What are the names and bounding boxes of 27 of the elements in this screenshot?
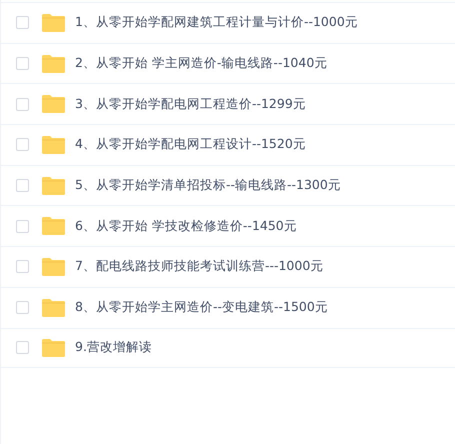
- folder-name[interactable]: 8、从零开始学主网造价--变电建筑--1500元: [75, 299, 328, 316]
- folder-icon: [42, 14, 65, 32]
- folder-icon: [42, 136, 65, 154]
- folder-name[interactable]: 6、从零开始 学技改检修造价--1450元: [75, 218, 297, 235]
- folder-name[interactable]: 3、从零开始学配电网工程造价--1299元: [75, 96, 306, 113]
- folder-icon: [42, 338, 65, 357]
- folder-icon: [42, 217, 65, 236]
- folder-icon: [42, 298, 65, 317]
- checkbox[interactable]: [16, 98, 29, 111]
- checkbox[interactable]: [16, 16, 29, 30]
- checkbox[interactable]: [16, 57, 29, 70]
- folder-name[interactable]: 2、从零开始 学主网造价-输电线路--1040元: [75, 55, 328, 72]
- folder-name[interactable]: 9.营改增解读: [75, 339, 152, 356]
- folder-icon: [42, 176, 65, 195]
- folder-icon: [42, 95, 65, 114]
- checkbox[interactable]: [16, 341, 29, 354]
- checkbox[interactable]: [16, 220, 29, 233]
- checkbox[interactable]: [16, 179, 29, 192]
- folder-name[interactable]: 4、从零开始学配电网工程设计--1520元: [75, 136, 306, 154]
- folder-name[interactable]: 5、从零开始学清单招投标--输电线路--1300元: [75, 177, 341, 194]
- folder-name[interactable]: 1、从零开始学配网建筑工程计量与计价--1000元: [75, 14, 358, 32]
- checkbox[interactable]: [16, 301, 29, 314]
- checkbox[interactable]: [16, 260, 29, 274]
- folder-name[interactable]: 7、配电线路技师技能考试训练营---1000元: [75, 258, 324, 276]
- checkbox[interactable]: [16, 138, 29, 152]
- folder-icon: [42, 54, 65, 73]
- folder-icon: [42, 258, 65, 276]
